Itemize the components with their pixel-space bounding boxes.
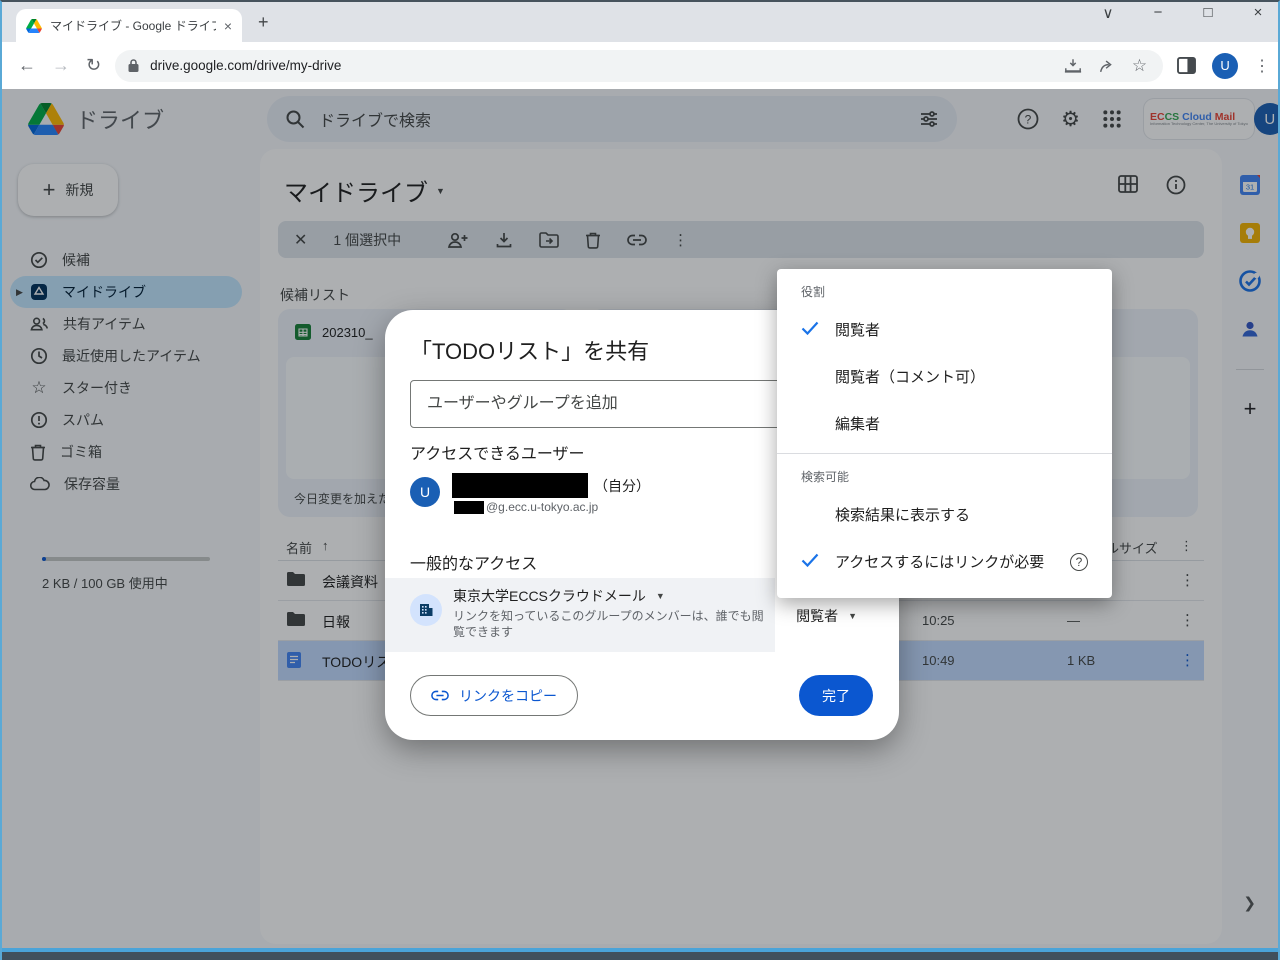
owner-self-label: （自分） [594,476,650,496]
building-icon [418,602,434,618]
window-close-icon[interactable]: × [1248,4,1268,22]
install-icon[interactable] [1064,58,1082,74]
expand-chevron-icon[interactable]: ❯ [1243,894,1256,912]
people-with-access-heading: アクセスできるユーザー [410,440,585,464]
chevron-down-icon: ▼ [848,611,857,621]
redacted-owner-name [452,473,588,498]
chrome-menu-icon[interactable]: ⋮ [1254,56,1270,76]
tab-close-icon[interactable]: × [224,18,232,34]
url-text[interactable]: drive.google.com/drive/my-drive [150,58,1054,73]
tab-strip: マイドライブ - Google ドライブ × + ∨ − □ × [2,2,1278,42]
group-role-dropdown[interactable]: 閲覧者 ▼ [796,606,857,626]
tab-title: マイドライブ - Google ドライブ [50,17,216,34]
back-icon[interactable]: ← [18,55,36,76]
role-menu: 役割 閲覧者 閲覧者（コメント可） 編集者 検索可能 [777,269,1112,598]
share-dialog-title: 「TODOリスト」を共有 [410,334,649,366]
browser-toolbar: ← → ↻ drive.google.com/drive/my-drive ☆ [2,42,1278,89]
group-access-description: リンクを知っているこのグループのメンバーは、誰でも閲覧できます [453,608,771,640]
menu-item-show-in-search[interactable]: 検索結果に表示する [777,491,1112,538]
browser-tab[interactable]: マイドライブ - Google ドライブ × [16,9,242,42]
reload-icon[interactable]: ↻ [86,55,101,76]
window-frame-bottom [2,948,1278,960]
menu-item-link-required[interactable]: アクセスするにはリンクが必要 ? [777,538,1112,585]
owner-avatar: U [410,477,440,507]
searchable-section-label: 検索可能 [777,454,1112,491]
done-button[interactable]: 完了 [799,675,873,716]
group-access-name[interactable]: 東京大学ECCSクラウドメール ▼ [453,586,665,606]
browser-window: マイドライブ - Google ドライブ × + ∨ − □ × ← → ↻ d… [0,0,1280,960]
owner-row[interactable]: U （自分） @g.ecc.u-tokyo.ac.jp [410,473,650,514]
check-icon [801,553,819,567]
menu-item-commenter[interactable]: 閲覧者（コメント可） [777,353,1112,400]
menu-item-editor[interactable]: 編集者 [777,400,1112,447]
link-icon [431,690,449,701]
chevron-down-icon: ▼ [656,591,665,601]
owner-email-domain: @g.ecc.u-tokyo.ac.jp [486,500,598,514]
role-section-label: 役割 [777,269,1112,306]
menu-item-viewer[interactable]: 閲覧者 [777,306,1112,353]
general-access-heading: 一般的なアクセス [410,550,537,574]
browser-profile-avatar[interactable]: U [1212,53,1238,79]
window-menu-icon[interactable]: ∨ [1098,4,1118,22]
address-bar[interactable]: drive.google.com/drive/my-drive ☆ [115,50,1163,82]
side-panel-icon[interactable] [1177,57,1196,74]
window-maximize-icon[interactable]: □ [1198,4,1218,22]
share-icon[interactable] [1098,58,1116,74]
copy-link-button[interactable]: リンクをコピー [410,675,578,716]
redacted-owner-email [454,501,484,514]
window-minimize-icon[interactable]: − [1148,4,1168,22]
lock-icon [127,58,140,73]
bookmark-star-icon[interactable]: ☆ [1132,56,1147,76]
drive-favicon [26,19,42,33]
organization-circle [410,594,442,626]
check-icon [801,321,819,335]
help-question-icon[interactable]: ? [1070,553,1088,571]
new-tab-button[interactable]: + [258,12,269,33]
forward-icon[interactable]: → [52,55,70,76]
drive-page: ドライブ ドライブで検索 ? ⚙ [2,89,1278,950]
